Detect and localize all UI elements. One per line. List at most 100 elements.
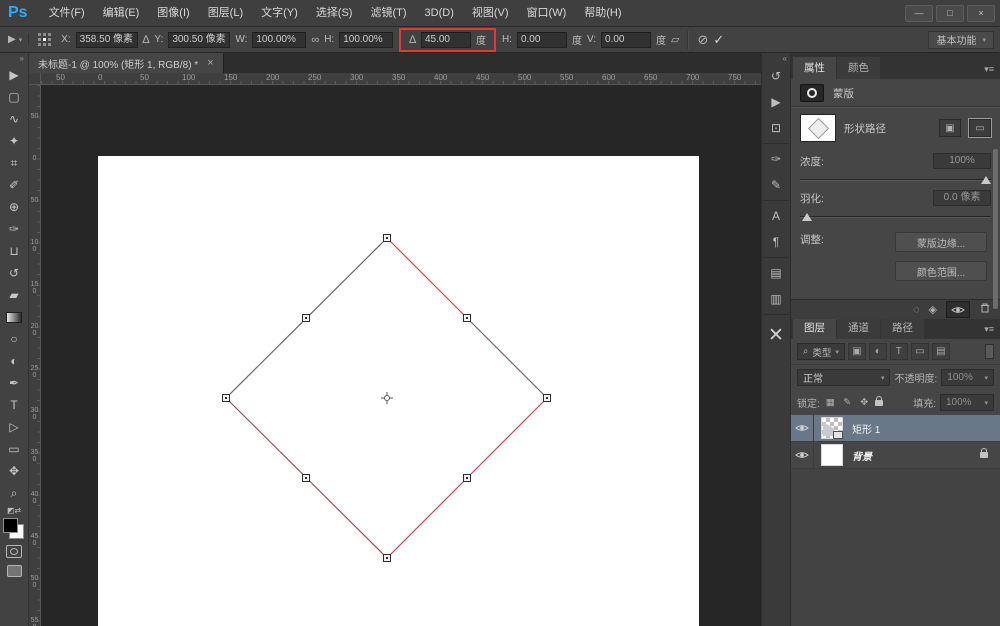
mask-visibility-toggle[interactable] — [946, 301, 970, 318]
panel-menu-icon[interactable]: ▾≡ — [984, 324, 1000, 339]
width-field[interactable]: 100.00% — [252, 31, 307, 48]
ref-nw[interactable] — [38, 32, 42, 36]
ref-se[interactable] — [48, 42, 52, 46]
feather-slider[interactable] — [800, 213, 991, 222]
add-pixel-mask-button[interactable]: ▣ — [939, 119, 961, 137]
menu-item-5[interactable]: 文字(Y) — [252, 1, 307, 26]
tab-channels[interactable]: 通道 — [837, 317, 880, 339]
brush-tool[interactable]: ✑ — [2, 218, 26, 240]
type-tool[interactable]: T — [2, 394, 26, 416]
fill-dropdown[interactable]: 100% ▾ — [940, 394, 994, 411]
ref-sw[interactable] — [38, 42, 42, 46]
scrollbar[interactable] — [993, 149, 998, 309]
actions-panel-icon[interactable]: ▶ — [764, 89, 788, 115]
character-panel-icon[interactable]: A — [763, 200, 789, 229]
ref-center[interactable] — [43, 37, 47, 41]
filter-adjustment-layers-icon[interactable]: ◐ — [868, 343, 887, 360]
tab-color[interactable]: 颜色 — [837, 57, 880, 79]
crop-tool[interactable]: ⌗ — [2, 152, 26, 174]
reference-point-icon[interactable] — [384, 395, 390, 401]
brushes-panel-icon[interactable]: ✕ — [763, 314, 789, 353]
vertical-ruler[interactable]: 10050050100150200250300350400450500550 — [29, 85, 41, 626]
ref-ne[interactable] — [48, 32, 52, 36]
lock-position-icon[interactable]: ✥ — [858, 397, 871, 408]
menu-item-4[interactable]: 图层(L) — [199, 1, 252, 26]
ref-e[interactable] — [48, 37, 52, 41]
zoom-tool[interactable]: ⌕ — [2, 482, 26, 504]
lock-all-icon[interactable] — [874, 395, 883, 406]
rotation-angle-field[interactable]: 45.00 — [420, 31, 471, 48]
y-position-field[interactable]: 300.50 像素 — [168, 31, 231, 48]
close-button[interactable]: × — [967, 4, 995, 22]
eraser-tool[interactable]: ▰ — [2, 284, 26, 306]
tool-preset-picker[interactable]: ▶ ▾ — [6, 34, 30, 45]
color-range-button[interactable]: 颜色范围... — [895, 261, 987, 281]
filter-smart-objects-icon[interactable]: ▤ — [931, 343, 950, 360]
layer-row-rectangle-1[interactable]: 矩形 1 — [791, 415, 1000, 442]
filter-type-layers-icon[interactable]: T — [889, 343, 908, 360]
panel-menu-icon[interactable]: ▾≡ — [984, 64, 1000, 79]
tab-paths[interactable]: 路径 — [881, 317, 924, 339]
feather-slider-thumb[interactable] — [802, 213, 812, 221]
brush-presets-panel-icon[interactable]: ✎ — [764, 172, 788, 198]
layer-filter-type-dropdown[interactable]: ⌕ 类型 ▾ — [797, 343, 845, 360]
height-field[interactable]: 100.00% — [339, 31, 394, 48]
opacity-dropdown[interactable]: 100% ▾ — [941, 369, 994, 386]
collapse-tools-icon[interactable]: » — [20, 54, 24, 63]
swap-colors-icon[interactable]: ◩⇄ — [7, 504, 21, 516]
pen-tool[interactable]: ✒ — [2, 372, 26, 394]
commit-transform-button[interactable]: ✓ — [713, 32, 724, 48]
density-slider[interactable] — [800, 176, 991, 185]
skew-mode-icon[interactable]: ▱ — [671, 33, 679, 46]
load-selection-icon[interactable]: ◌ — [913, 304, 920, 316]
screen-mode-icon[interactable] — [6, 565, 22, 577]
info-panel-icon[interactable]: ▤ — [763, 257, 789, 286]
layer-thumbnail[interactable] — [821, 417, 843, 439]
relative-position-icon[interactable]: ∆ — [143, 34, 150, 46]
menu-item-2[interactable]: 编辑(E) — [94, 1, 149, 26]
layer-name[interactable]: 矩形 1 — [852, 421, 1000, 436]
healing-brush-tool[interactable]: ⊕ — [2, 196, 26, 218]
blur-tool[interactable]: ○ — [2, 328, 26, 350]
history-panel-icon[interactable]: ↺ — [764, 63, 788, 89]
link-dimensions-icon[interactable]: ∞ — [311, 34, 319, 46]
ref-w[interactable] — [38, 37, 42, 41]
filter-toggle[interactable] — [985, 344, 994, 359]
canvas-area[interactable] — [41, 85, 761, 626]
menu-item-9[interactable]: 视图(V) — [463, 1, 518, 26]
mask-edge-button[interactable]: 蒙版边缘... — [895, 232, 987, 252]
eyedropper-tool[interactable]: ✐ — [2, 174, 26, 196]
path-selection-tool[interactable]: ▷ — [2, 416, 26, 438]
close-tab-icon[interactable]: × — [207, 57, 213, 69]
expand-panels-icon[interactable]: « — [783, 54, 787, 63]
foreground-color-swatch[interactable] — [3, 518, 18, 533]
gradient-tool[interactable] — [2, 306, 26, 328]
menu-item-8[interactable]: 3D(D) — [416, 1, 463, 26]
h-skew-field[interactable]: 0.00 — [516, 31, 567, 48]
menu-item-3[interactable]: 图像(I) — [148, 1, 198, 26]
clone-source-panel-icon[interactable]: ⊡ — [764, 115, 788, 141]
hand-tool[interactable]: ✥ — [2, 460, 26, 482]
history-brush-tool[interactable]: ↺ — [2, 262, 26, 284]
move-tool[interactable]: ▶ — [2, 64, 26, 86]
apply-mask-icon[interactable]: ◈ — [929, 303, 937, 316]
add-vector-mask-button[interactable]: ▭ — [968, 118, 992, 138]
minimize-button[interactable]: — — [905, 4, 933, 22]
filter-shape-layers-icon[interactable]: ▭ — [910, 343, 929, 360]
ref-n[interactable] — [43, 32, 47, 36]
layer-name[interactable]: 背景 — [852, 448, 980, 463]
menu-item-11[interactable]: 帮助(H) — [575, 1, 630, 26]
layer-visibility-toggle[interactable] — [791, 415, 814, 441]
ref-s[interactable] — [43, 42, 47, 46]
delete-mask-icon[interactable] — [979, 301, 991, 319]
layer-row-background[interactable]: 背景 — [791, 442, 1000, 469]
menu-item-1[interactable]: 文件(F) — [40, 1, 94, 26]
marquee-tool[interactable]: ▢ — [2, 86, 26, 108]
restore-button[interactable]: □ — [936, 4, 964, 22]
menu-item-6[interactable]: 选择(S) — [307, 1, 362, 26]
blend-mode-dropdown[interactable]: 正常 ▾ — [797, 369, 891, 386]
tab-layers[interactable]: 图层 — [793, 317, 836, 339]
lock-image-icon[interactable]: ✎ — [841, 397, 854, 408]
shape-path-thumbnail[interactable] — [800, 114, 836, 142]
magic-wand-tool[interactable]: ✦ — [2, 130, 26, 152]
